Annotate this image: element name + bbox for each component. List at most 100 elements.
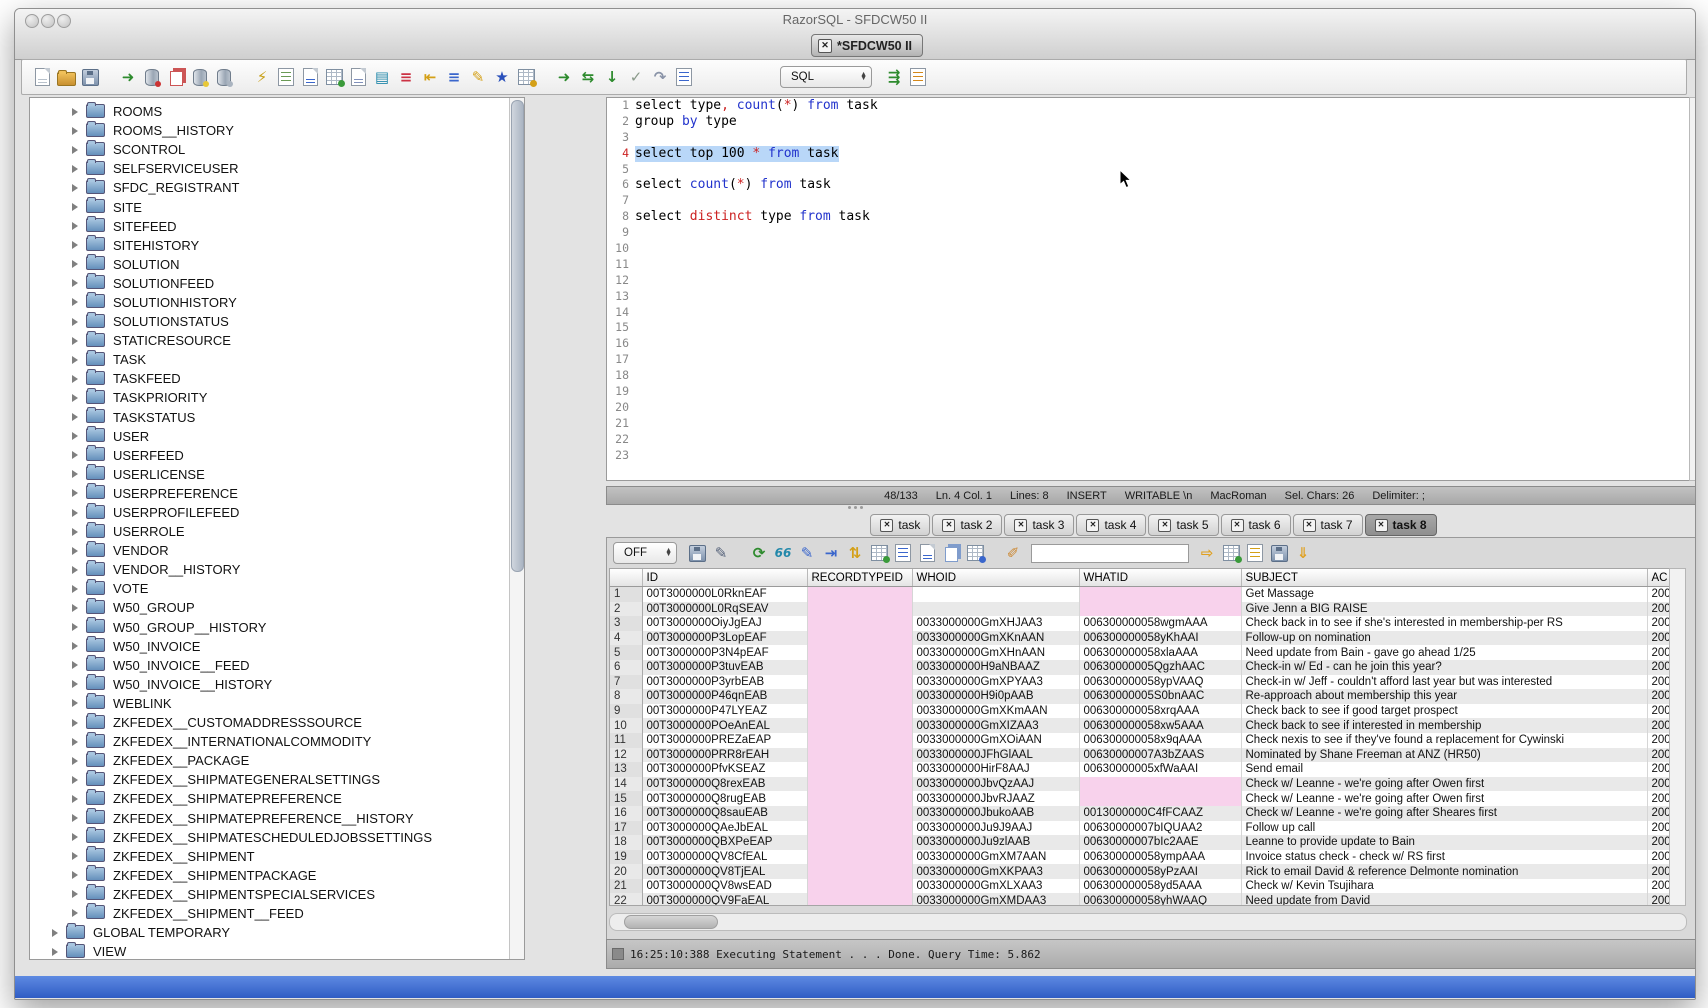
file-tab[interactable]: ✕ *SFDCW50 II xyxy=(811,34,923,57)
cell-whoid[interactable]: 0033000000H9i0pAAB xyxy=(912,689,1079,704)
tree-item-vendor[interactable]: VENDOR xyxy=(30,541,524,560)
cell-num[interactable]: 7 xyxy=(610,675,642,690)
disclosure-triangle-icon[interactable] xyxy=(72,680,78,688)
disclosure-triangle-icon[interactable] xyxy=(72,298,78,306)
cell-whoid[interactable]: 0033000000GmXOiAAN xyxy=(912,733,1079,748)
table-row[interactable]: 700T3000000P3yrbEAB0033000000GmXPYAA3006… xyxy=(610,675,1670,690)
cell-ac[interactable]: 200 xyxy=(1647,733,1670,748)
describe-table-icon[interactable] xyxy=(276,67,296,87)
cell-whoid[interactable]: 0033000000GmXMDAA3 xyxy=(912,893,1079,906)
table-row[interactable]: 1100T3000000PREZaEAP0033000000GmXOiAAN00… xyxy=(610,733,1670,748)
tree-item-staticresource[interactable]: STATICRESOURCE xyxy=(30,331,524,350)
tree-item-task[interactable]: TASK xyxy=(30,350,524,369)
disclosure-triangle-icon[interactable] xyxy=(72,108,78,116)
new-connection-icon[interactable] xyxy=(190,67,210,87)
tree-scrollbar-thumb[interactable] xyxy=(511,100,524,572)
disclosure-triangle-icon[interactable] xyxy=(72,585,78,593)
disclosure-triangle-icon[interactable] xyxy=(72,757,78,765)
cell-whatid[interactable]: 006300000058wgmAAA xyxy=(1079,616,1241,631)
cell-id[interactable]: 00T3000000QV8TjEAL xyxy=(642,864,807,879)
table-row[interactable]: 400T3000000P3LopEAF0033000000GmXKnAAN006… xyxy=(610,631,1670,646)
cell-subject[interactable]: Re-approach about membership this year xyxy=(1241,689,1647,704)
tree-item-zkfedex-internationalcommodity[interactable]: ZKFEDEX__INTERNATIONALCOMMODITY xyxy=(30,732,524,751)
table-row[interactable]: 300T3000000OiyJgEAJ0033000000GmXHJAA3006… xyxy=(610,616,1670,631)
cell-id[interactable]: 00T3000000PREZaEAP xyxy=(642,733,807,748)
results-vertical-scrollbar[interactable] xyxy=(1669,568,1686,906)
cell-whoid[interactable]: 0033000000Ju9J9AAJ xyxy=(912,821,1079,836)
result-tab-task-4[interactable]: ✕task 4 xyxy=(1076,514,1146,536)
tree-item-zkfedex-shipment[interactable]: ZKFEDEX__SHIPMENT xyxy=(30,847,524,866)
cell-num[interactable]: 17 xyxy=(610,821,642,836)
redo-icon[interactable]: ↷ xyxy=(650,67,670,87)
disclosure-triangle-icon[interactable] xyxy=(72,413,78,421)
tab-close-icon[interactable]: ✕ xyxy=(1231,519,1244,532)
edit-cell-icon[interactable]: ✎ xyxy=(797,543,817,563)
help-book-icon[interactable]: ▤ xyxy=(372,67,392,87)
tree-item-vendor-history[interactable]: VENDOR__HISTORY xyxy=(30,560,524,579)
cell-ac[interactable]: 200 xyxy=(1647,879,1670,894)
tree-item-sitefeed[interactable]: SITEFEED xyxy=(30,217,524,236)
cell-whatid[interactable]: 006300000058xrqAAA xyxy=(1079,704,1241,719)
tree-item-view[interactable]: VIEW xyxy=(30,942,524,960)
tree-item-solution[interactable]: SOLUTION xyxy=(30,255,524,274)
table-row[interactable]: 1500T3000000Q8rugEAB0033000000JbvRJAAZCh… xyxy=(610,791,1670,806)
highlight-icon[interactable]: ✐ xyxy=(1003,543,1023,563)
cell-subject[interactable]: Check w/ Leanne - we're going after Shea… xyxy=(1241,806,1647,821)
column-header-ID[interactable]: ID xyxy=(642,569,807,587)
cell-recordtypeid[interactable] xyxy=(807,762,912,777)
cell-subject[interactable]: Leanne to provide update to Bain xyxy=(1241,835,1647,850)
table-row[interactable]: 1400T3000000Q8rexEAB0033000000JbvQzAAJCh… xyxy=(610,777,1670,792)
disclosure-triangle-icon[interactable] xyxy=(72,699,78,707)
connect-db-icon[interactable] xyxy=(142,67,162,87)
disclosure-triangle-icon[interactable] xyxy=(72,165,78,173)
cell-ac[interactable]: 200 xyxy=(1647,675,1670,690)
cell-num[interactable]: 10 xyxy=(610,718,642,733)
cell-whoid[interactable] xyxy=(912,587,1079,602)
table-row[interactable]: 1900T3000000QV8CfEAL0033000000GmXM7AAN00… xyxy=(610,850,1670,865)
edit-sql-icon[interactable]: ✎ xyxy=(468,67,488,87)
column-header-WHATID[interactable]: WHATID xyxy=(1079,569,1241,587)
cell-subject[interactable]: Invoice status check - check w/ RS first xyxy=(1241,850,1647,865)
tree-item-zkfedex-customaddresssource[interactable]: ZKFEDEX__CUSTOMADDRESSSOURCE xyxy=(30,713,524,732)
tree-item-userpreference[interactable]: USERPREFERENCE xyxy=(30,484,524,503)
cell-subject[interactable]: Nominated by Shane Freeman at ANZ (HR50) xyxy=(1241,748,1647,763)
table-row[interactable]: 500T3000000P3N4pEAF0033000000GmXHnAAN006… xyxy=(610,645,1670,660)
cell-ac[interactable]: 200 xyxy=(1647,602,1670,617)
cell-whoid[interactable]: 0033000000JbukoAAB xyxy=(912,806,1079,821)
database-icon[interactable] xyxy=(214,67,234,87)
tree-item-zkfedex-shipmatepreference-history[interactable]: ZKFEDEX__SHIPMATEPREFERENCE__HISTORY xyxy=(30,808,524,827)
cell-recordtypeid[interactable] xyxy=(807,864,912,879)
cell-whatid[interactable]: 00630000007bIQUAA2 xyxy=(1079,821,1241,836)
cell-subject[interactable]: Check w/ Leanne - we're going after Owen… xyxy=(1241,777,1647,792)
tree-item-zkfedex-package[interactable]: ZKFEDEX__PACKAGE xyxy=(30,751,524,770)
cell-whoid[interactable]: 0033000000GmXLXAA3 xyxy=(912,879,1079,894)
copy-table-icon[interactable] xyxy=(965,543,985,563)
cell-ac[interactable]: 200 xyxy=(1647,704,1670,719)
cell-whatid[interactable]: 006300000058yKhAAI xyxy=(1079,631,1241,646)
disclosure-triangle-icon[interactable] xyxy=(72,814,78,822)
cell-ac[interactable]: 200 xyxy=(1647,631,1670,646)
cell-whoid[interactable]: 0033000000GmXM7AAN xyxy=(912,850,1079,865)
cell-num[interactable]: 14 xyxy=(610,777,642,792)
table-row[interactable]: 1200T3000000PRR8rEAH0033000000JFhGlAAL00… xyxy=(610,748,1670,763)
disclosure-triangle-icon[interactable] xyxy=(52,948,58,956)
cell-id[interactable]: 00T3000000Q8rugEAB xyxy=(642,791,807,806)
indent-left-icon[interactable]: ⇤ xyxy=(420,67,440,87)
cell-num[interactable]: 1 xyxy=(610,587,642,602)
tree-item-vote[interactable]: VOTE xyxy=(30,579,524,598)
column-header-rownum[interactable] xyxy=(610,569,642,587)
tree-item-weblink[interactable]: WEBLINK xyxy=(30,694,524,713)
download-icon[interactable]: ⇓ xyxy=(1293,543,1313,563)
column-header-RECORDTYPEID[interactable]: RECORDTYPEID xyxy=(807,569,912,587)
cell-whatid[interactable]: 006300000058xlaAAA xyxy=(1079,645,1241,660)
cell-whoid[interactable]: 0033000000H9aNBAAZ xyxy=(912,660,1079,675)
import-connection-icon[interactable]: ➜ xyxy=(118,67,138,87)
tab-close-icon[interactable]: ✕ xyxy=(880,519,893,532)
disclosure-triangle-icon[interactable] xyxy=(72,146,78,154)
generate-sql-icon[interactable] xyxy=(1245,543,1265,563)
cell-id[interactable]: 00T3000000Q8sauEAB xyxy=(642,806,807,821)
cell-whoid[interactable]: 0033000000GmXPYAA3 xyxy=(912,675,1079,690)
swap-arrows-icon[interactable]: ⇆ xyxy=(578,67,598,87)
table-row[interactable]: 1000T3000000POeAnEAL0033000000GmXIZAA300… xyxy=(610,718,1670,733)
cell-recordtypeid[interactable] xyxy=(807,777,912,792)
